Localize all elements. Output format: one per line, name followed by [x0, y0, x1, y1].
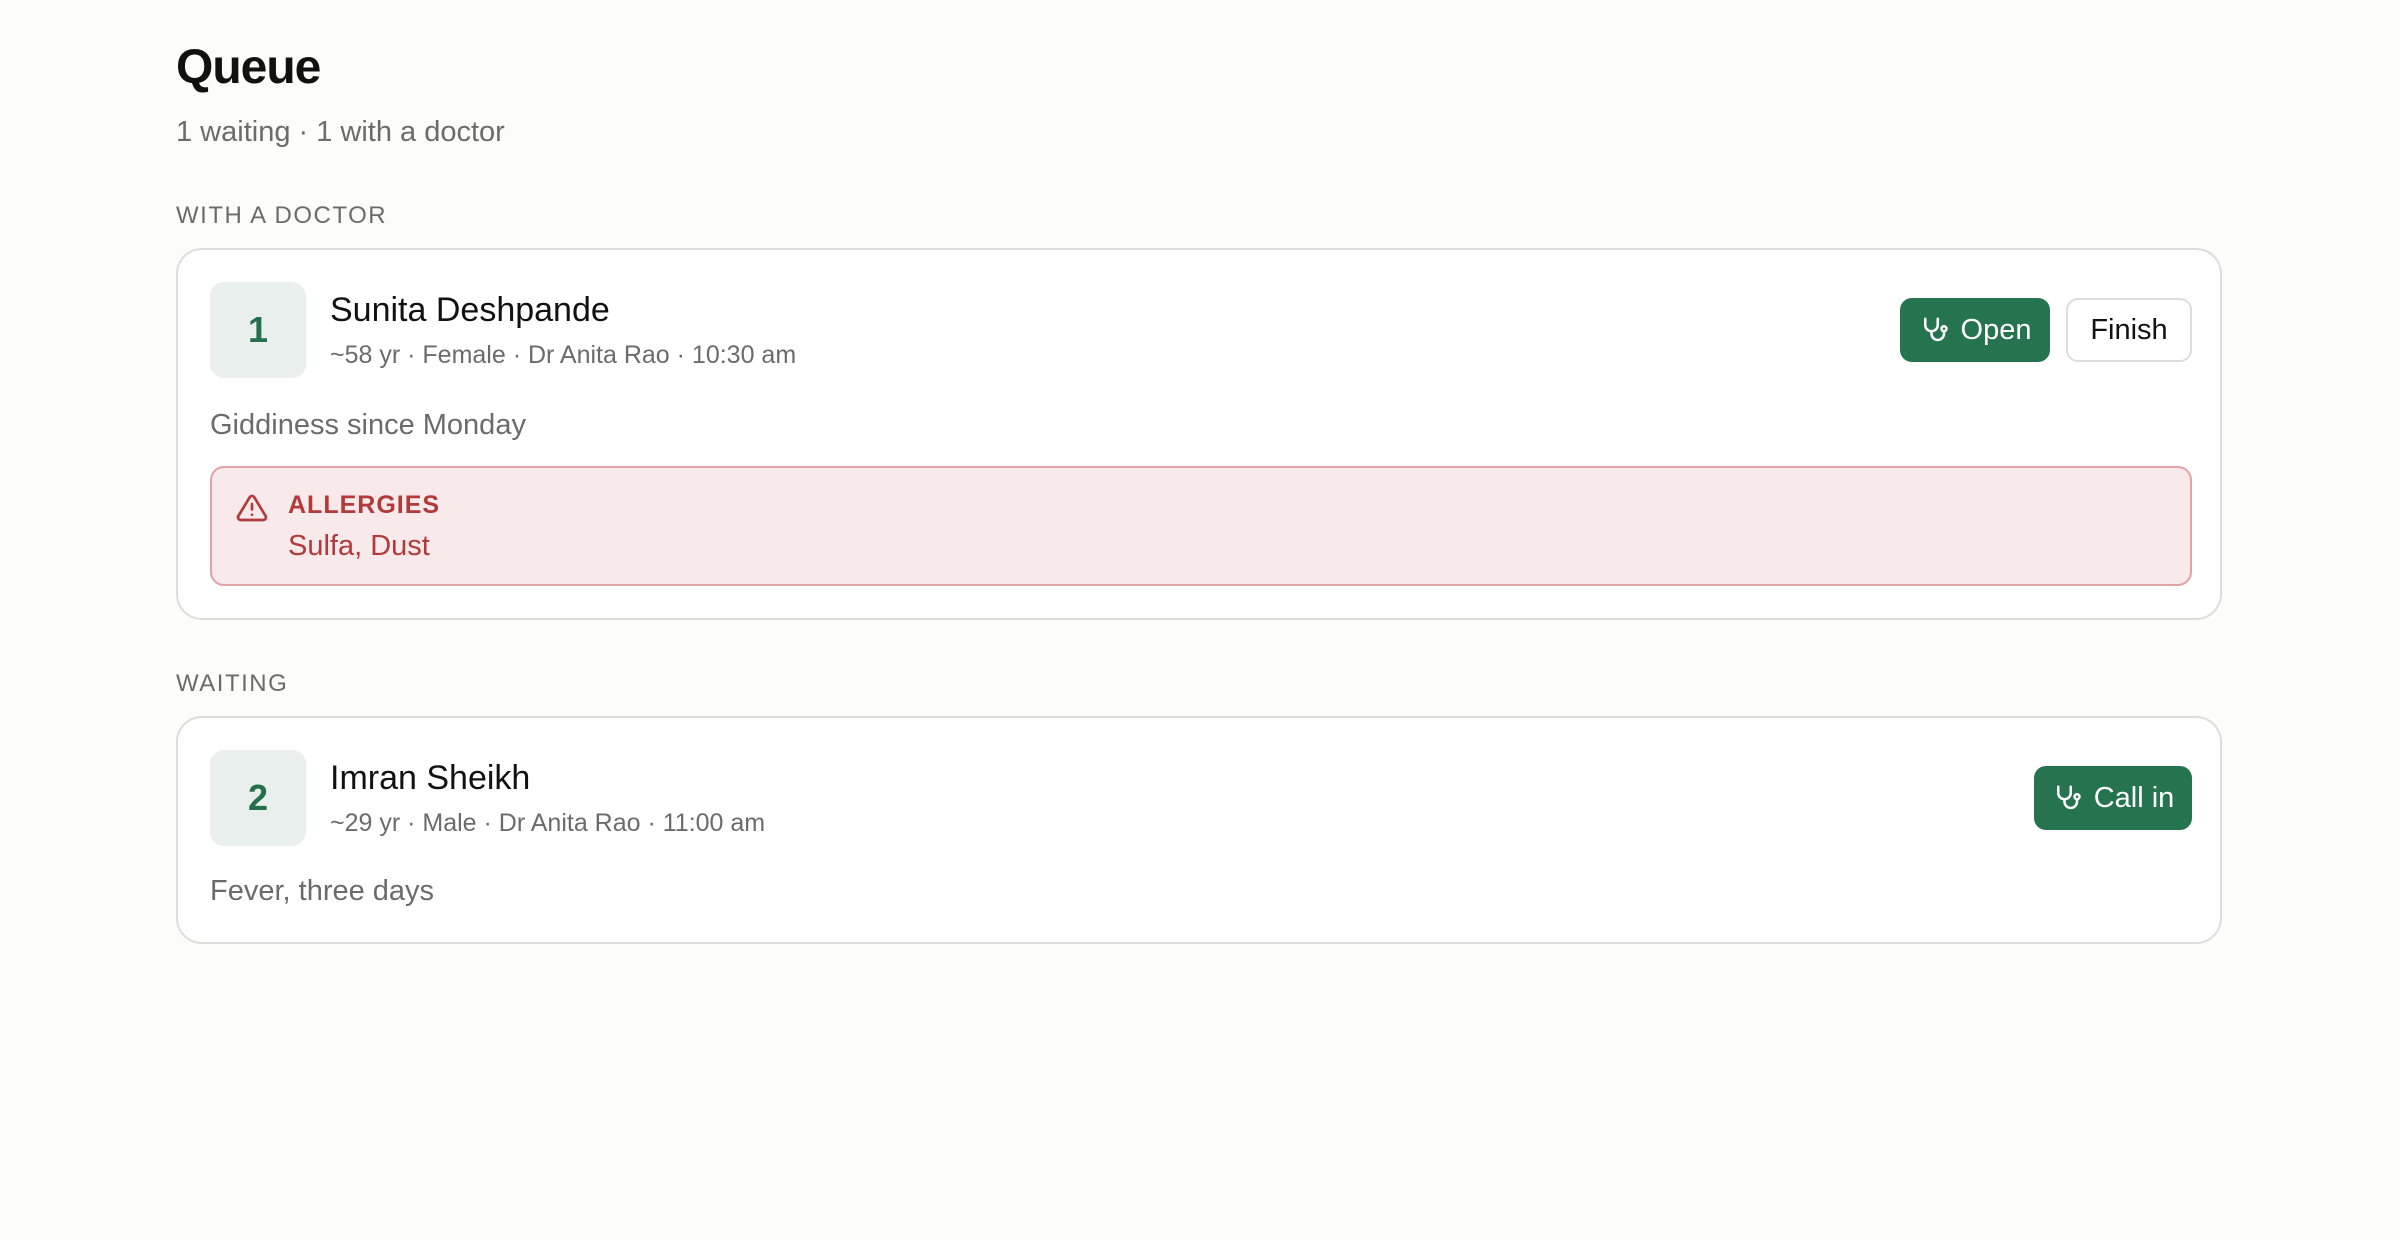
allergies-title: ALLERGIES	[288, 491, 441, 519]
patient-meta: ~58 yr · Female · Dr Anita Rao · 10:30 a…	[330, 341, 797, 369]
chief-complaint: Giddiness since Monday	[210, 409, 526, 441]
open-button-label: Open	[1960, 313, 2032, 346]
warning-triangle-icon	[236, 494, 268, 522]
call-in-button-label: Call in	[2093, 781, 2175, 814]
stethoscope-icon	[1923, 317, 1948, 342]
finish-button[interactable]: Finish	[2066, 298, 2192, 362]
patient-name: Imran Sheikh	[330, 759, 531, 797]
call-in-button[interactable]: Call in	[2034, 766, 2192, 830]
page-title: Queue	[176, 41, 321, 94]
queue-summary: 1 waiting · 1 with a doctor	[176, 116, 505, 148]
token-number: 2	[210, 750, 306, 846]
section-label-with-doctor: WITH A DOCTOR	[176, 202, 388, 229]
patient-meta: ~29 yr · Male · Dr Anita Rao · 11:00 am	[330, 809, 766, 837]
chief-complaint: Fever, three days	[210, 875, 435, 907]
allergies-list: Sulfa, Dust	[288, 530, 430, 562]
patient-card: 1 Sunita Deshpande ~58 yr · Female · Dr …	[176, 248, 2222, 620]
allergies-alert: ALLERGIES Sulfa, Dust	[210, 466, 2192, 586]
section-label-waiting: WAITING	[176, 670, 289, 697]
stethoscope-icon	[2056, 785, 2081, 810]
token-number: 1	[210, 282, 306, 378]
patient-name: Sunita Deshpande	[330, 291, 610, 329]
open-button[interactable]: Open	[1900, 298, 2050, 362]
patient-card: 2 Imran Sheikh ~29 yr · Male · Dr Anita …	[176, 716, 2222, 944]
finish-button-label: Finish	[2090, 313, 2168, 346]
